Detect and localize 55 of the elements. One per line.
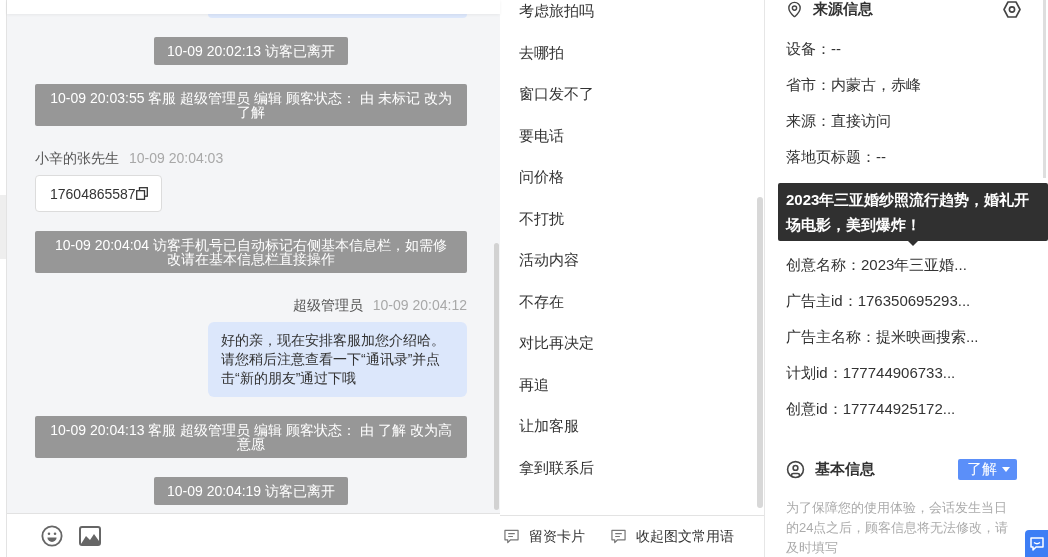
- section-title: 基本信息: [815, 460, 875, 479]
- scrollbar[interactable]: [757, 197, 763, 508]
- user-icon: [786, 460, 805, 479]
- footer-button[interactable]: 收起图文常用语: [611, 527, 734, 546]
- message-bubble: 好的亲，现在安排客服加您介绍哈。请您稍后注意查看一下“通讯录”并点击“新的朋友”通过下哦: [208, 322, 467, 397]
- quick-phrase-item[interactable]: 对比再决定: [500, 323, 764, 365]
- message-icon: [504, 529, 519, 544]
- message-time: 10-09 20:04:12: [372, 297, 467, 313]
- tooltip-arrow-icon: [908, 241, 918, 246]
- info-field: 广告主id：176350695293...: [786, 292, 971, 310]
- info-field: 来源：直接访问: [786, 112, 891, 130]
- system-event: 10-09 20:03:55 客服 超级管理员 编辑 顾客状态： 由 未标记 改为了解: [35, 84, 467, 126]
- message-icon: [611, 529, 626, 544]
- copy-icon[interactable]: [135, 187, 148, 200]
- quick-phrase-item[interactable]: 要电话: [500, 115, 764, 157]
- info-field: 落地页标题：--: [786, 148, 886, 166]
- message-text: 17604865587: [50, 185, 136, 202]
- info-field: 省市：内蒙古，赤峰: [786, 76, 921, 94]
- quick-phrase-item[interactable]: 再追: [500, 364, 764, 406]
- quick-phrase-item[interactable]: 不存在: [500, 281, 764, 323]
- map-pin-icon: [786, 1, 803, 18]
- quick-phrase-item[interactable]: 不打扰: [500, 198, 764, 240]
- quick-phrase-item[interactable]: 问价格: [500, 157, 764, 199]
- info-note: 为了保障您的使用体验，会话发生当日的24点之后，顾客信息将无法修改，请及时填写: [786, 499, 1010, 557]
- scrollbar[interactable]: [494, 243, 499, 510]
- info-field: 创意id：177744925172...: [786, 400, 956, 418]
- scrollbar[interactable]: [1043, 0, 1046, 178]
- footer-button[interactable]: 留资卡片: [504, 527, 585, 546]
- image-icon: [79, 525, 101, 546]
- emoji-icon: [41, 524, 63, 547]
- info-field: 广告主名称：提米映画搜索...: [786, 328, 979, 346]
- info-field: 计划id：177744906733...: [786, 364, 956, 382]
- quick-phrase-item[interactable]: 拿到联系后: [500, 447, 764, 489]
- caret-icon: [1002, 467, 1010, 472]
- message-time: 10-09 20:04:03: [129, 150, 224, 166]
- system-event: 10-09 20:04:13 客服 超级管理员 编辑 顾客状态： 由 了解 改为高意愿: [35, 416, 467, 458]
- quick-phrase-item[interactable]: 让加客服: [500, 406, 764, 448]
- image-button[interactable]: [79, 525, 101, 546]
- sender-name: 超级管理员: [292, 297, 363, 313]
- emoji-button[interactable]: [41, 524, 63, 547]
- sender-name: 小辛的张先生: [35, 150, 119, 166]
- quick-phrase-item[interactable]: 活动内容: [500, 240, 764, 282]
- tooltip: 2023年三亚婚纱照流行趋势，婚礼开场电影，美到爆炸！: [778, 183, 1048, 241]
- system-event: 10-09 20:04:04 访客手机号已自动标记右侧基本信息栏，如需修改请在基本信息栏直接操作: [35, 231, 467, 273]
- section-title: 来源信息: [813, 0, 873, 19]
- quick-phrase-item[interactable]: 考虑旅拍吗: [500, 0, 764, 33]
- chat-button[interactable]: [1025, 530, 1048, 557]
- system-notice: 10-09 20:02:13 访客已离开: [153, 37, 349, 65]
- system-notice: 10-09 20:04:19 访客已离开: [153, 477, 349, 505]
- quick-phrase-item[interactable]: 去哪拍: [500, 32, 764, 74]
- quick-phrase-item[interactable]: 窗口发不了: [500, 74, 764, 116]
- info-field: 创意名称：2023年三亚婚...: [786, 256, 967, 274]
- info-field: 设备：--: [786, 40, 841, 58]
- hexagon-icon[interactable]: [1003, 1, 1021, 18]
- chat-icon: [1029, 536, 1044, 551]
